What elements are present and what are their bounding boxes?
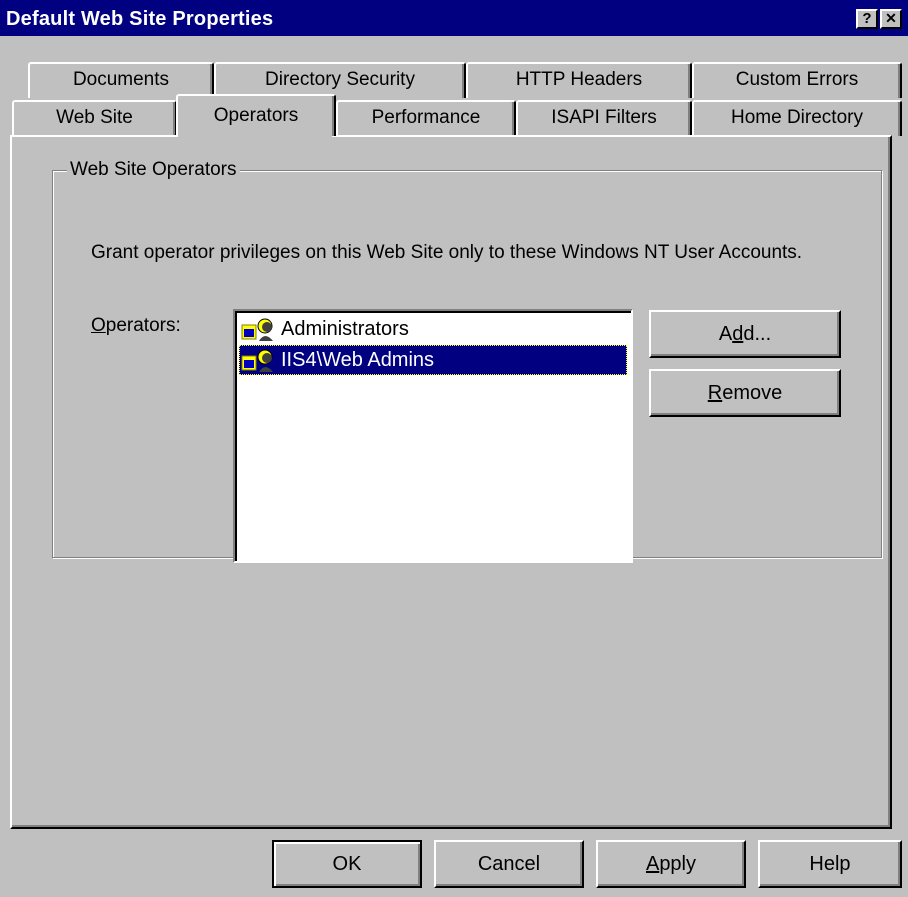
tab-panel-operators: Web Site Operators Grant operator privil… (10, 133, 892, 829)
apply-button[interactable]: Apply (596, 840, 746, 888)
operators-listbox[interactable]: Administrators IIS4\Web Admins (233, 309, 633, 563)
ok-label: OK (332, 853, 362, 875)
apply-label-rest: pply (659, 853, 697, 875)
tab-custom-errors[interactable]: Custom Errors (692, 62, 902, 98)
apply-label-mnemonic: A (645, 853, 660, 875)
list-item-administrators[interactable]: Administrators (239, 314, 627, 344)
ok-button[interactable]: OK (272, 840, 422, 888)
tab-label: Custom Errors (735, 69, 859, 90)
user-group-icon (241, 349, 273, 372)
add-button[interactable]: Add... (649, 310, 841, 358)
tab-label: Operators (213, 105, 299, 126)
tab-web-site[interactable]: Web Site (12, 100, 177, 136)
window-title: Default Web Site Properties (6, 8, 274, 30)
tab-label: ISAPI Filters (551, 107, 657, 128)
tab-http-headers[interactable]: HTTP Headers (466, 62, 692, 98)
close-icon: ✕ (885, 10, 897, 26)
remove-button[interactable]: Remove (649, 369, 841, 417)
web-site-operators-group: Web Site Operators Grant operator privil… (52, 159, 882, 563)
add-label-a: A (718, 323, 733, 345)
group-title: Web Site Operators (67, 159, 240, 181)
add-label-rest: d... (743, 323, 772, 345)
cancel-label: Cancel (477, 853, 541, 875)
operators-label-rest: perators: (105, 315, 181, 336)
help-label: Help (809, 853, 851, 875)
tab-performance[interactable]: Performance (336, 100, 516, 136)
tab-label: Home Directory (731, 107, 863, 128)
add-label-mnemonic: d (732, 323, 744, 345)
tab-label: Documents (72, 69, 170, 90)
remove-label-rest: emove (722, 382, 783, 404)
help-footer-button[interactable]: Help (758, 840, 902, 888)
user-group-icon (241, 318, 273, 341)
list-item-iis4-web-admins[interactable]: IIS4\Web Admins (239, 345, 627, 375)
operator-name: IIS4\Web Admins (281, 349, 435, 371)
tab-operators[interactable]: Operators (176, 94, 336, 136)
tab-directory-security[interactable]: Directory Security (214, 62, 466, 98)
help-button[interactable]: ? (856, 9, 878, 29)
remove-label-mnemonic: R (707, 382, 723, 404)
tab-label: HTTP Headers (515, 69, 643, 90)
tab-label: Performance (371, 107, 481, 128)
tab-isapi-filters[interactable]: ISAPI Filters (516, 100, 692, 136)
close-button[interactable]: ✕ (880, 9, 902, 29)
operator-name: Administrators (281, 318, 409, 340)
cancel-button[interactable]: Cancel (434, 840, 584, 888)
operators-label-mnemonic: O (91, 315, 106, 336)
operators-label: Operators: (91, 315, 181, 337)
group-description: Grant operator privileges on this Web Si… (91, 242, 803, 263)
tab-label: Directory Security (265, 69, 415, 90)
tab-documents[interactable]: Documents (28, 62, 214, 98)
title-bar: Default Web Site Properties ? ✕ (0, 0, 908, 36)
tab-home-directory[interactable]: Home Directory (692, 100, 902, 136)
tab-label: Web Site (56, 107, 133, 128)
